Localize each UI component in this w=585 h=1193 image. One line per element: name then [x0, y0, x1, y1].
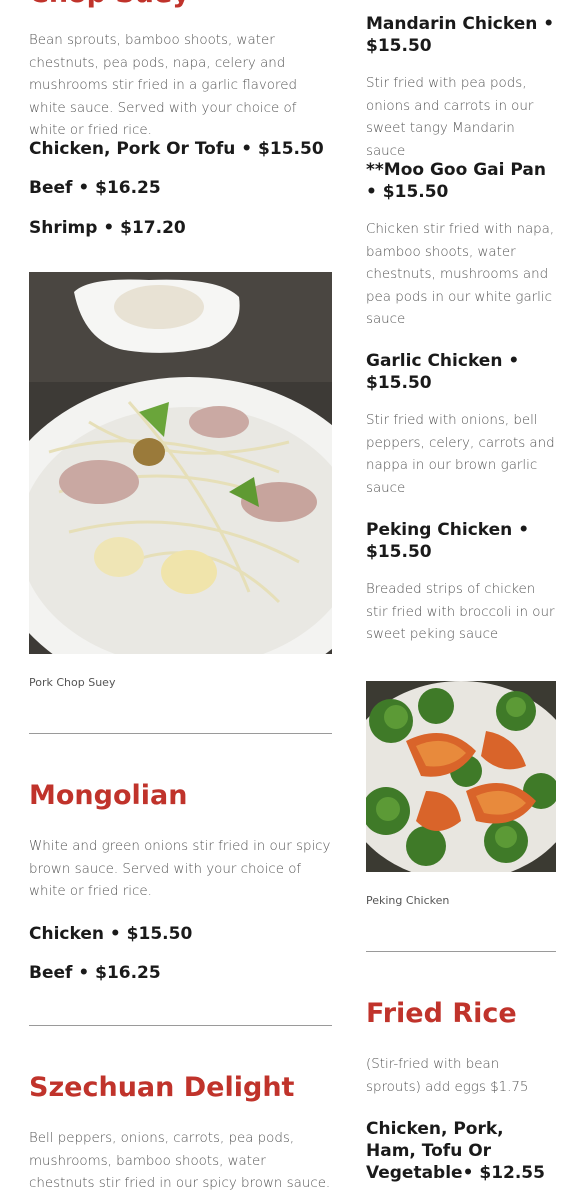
divider: [29, 1025, 332, 1026]
menu-item-moo-goo-gai-pan: **Moo Goo Gai Pan • $15.50: [366, 160, 546, 202]
peking-chicken-caption: Peking Chicken: [366, 894, 450, 907]
pork-chop-suey-photo: [29, 272, 332, 654]
szechuan-description: Bell peppers, onions, carrots, pea pods,…: [29, 1131, 331, 1192]
mongolian-description: White and green onions stir fried in our…: [29, 839, 331, 900]
garlic-chicken-description: Stir fried with onions, bell peppers, ce…: [366, 413, 555, 496]
fried-rice-description: (Stir-fried with bean sprouts) add eggs …: [366, 1057, 529, 1095]
peking-chicken-description: Breaded strips of chicken stir fried wit…: [366, 582, 555, 643]
menu-item-chop-suey-beef: Beef • $16.25: [29, 178, 161, 198]
peking-chicken-photo: [366, 681, 556, 872]
menu-item-mandarin-chicken: Mandarin Chicken • $15.50: [366, 14, 555, 56]
section-title-mongolian: Mongolian: [29, 780, 188, 811]
pork-chop-suey-image: [29, 272, 332, 654]
menu-item-garlic-chicken: Garlic Chicken • $15.50: [366, 351, 520, 393]
pork-chop-suey-caption: Pork Chop Suey: [29, 676, 116, 689]
chop-suey-description: Bean sprouts, bamboo shoots, water chest…: [29, 33, 297, 139]
peking-chicken-image: [366, 681, 556, 872]
divider: [366, 951, 556, 952]
divider: [29, 733, 332, 734]
section-title-fried-rice: Fried Rice: [366, 998, 517, 1029]
menu-item-mongolian-beef: Beef • $16.25: [29, 963, 161, 983]
moo-goo-gai-pan-description: Chicken stir fried with napa, bamboo sho…: [366, 222, 555, 328]
menu-item-peking-chicken: Peking Chicken • $15.50: [366, 520, 530, 562]
menu-item-chop-suey-shrimp: Shrimp • $17.20: [29, 218, 186, 238]
section-title-szechuan-delight: Szechuan Delight: [29, 1072, 295, 1103]
menu-item-chop-suey-chicken: Chicken, Pork Or Tofu • $15.50: [29, 139, 324, 159]
section-title-chop-suey: Chop Suey: [29, 0, 332, 10]
menu-item-fried-rice: Chicken, Pork, Ham, Tofu Or Vegetable• $…: [366, 1119, 545, 1183]
menu-item-mongolian-chicken: Chicken • $15.50: [29, 924, 193, 944]
mandarin-chicken-description: Stir fried with pea pods, onions and car…: [366, 76, 534, 159]
